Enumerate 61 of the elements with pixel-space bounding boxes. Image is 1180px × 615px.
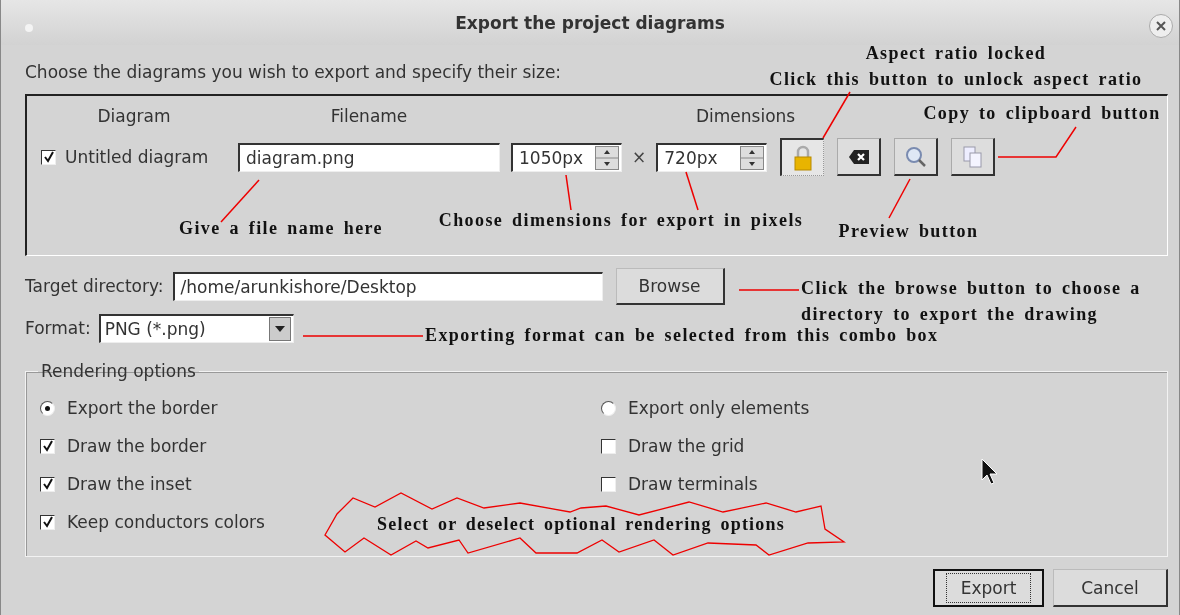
leader-line <box>685 171 699 211</box>
checkbox[interactable] <box>601 438 616 454</box>
annotation-text: Aspect ratio locked Click this button to unlock aspect ratio <box>768 42 1144 91</box>
annotation-text: Exporting format can be selected from this combo box <box>425 324 940 347</box>
padlock-icon <box>792 144 813 171</box>
copy-button[interactable] <box>951 138 996 176</box>
height-field[interactable]: 720px <box>656 142 768 172</box>
column-header: Diagram <box>96 106 172 126</box>
option-label: Draw terminals <box>628 474 758 494</box>
diagram-name: Untitled diagram <box>65 147 209 167</box>
checkbox[interactable] <box>40 438 55 454</box>
radio-button[interactable] <box>601 400 616 416</box>
checkbox[interactable] <box>40 514 55 530</box>
option-label: Draw the border <box>67 436 207 456</box>
leader-line <box>565 174 572 211</box>
export-button[interactable]: Export <box>933 569 1044 607</box>
target-directory-label: Target directory: <box>25 276 164 296</box>
close-icon <box>1154 19 1168 33</box>
option-label: Export only elements <box>628 398 810 418</box>
window-title: Export the project diagrams <box>455 12 725 33</box>
width-field[interactable]: 1050px <box>511 142 622 172</box>
column-header: Filename <box>329 106 409 126</box>
group-title: Rendering options <box>40 361 197 381</box>
annotation-text: Give a file name here <box>178 217 384 240</box>
format-label: Format: <box>25 318 91 338</box>
leader-line <box>822 91 851 139</box>
checkbox[interactable] <box>40 476 55 492</box>
instruction-text: Choose the diagrams you wish to export and specify their size: <box>25 61 562 84</box>
spin-arrows-icon[interactable] <box>595 145 619 170</box>
checkbox[interactable] <box>41 149 56 165</box>
column-header: Dimensions <box>696 106 796 126</box>
zoom-icon <box>904 145 927 168</box>
annotation-text: Preview button <box>837 220 980 243</box>
spin-arrows-icon[interactable] <box>740 145 765 170</box>
times-sign: × <box>632 147 647 167</box>
mouse-pointer-icon <box>981 458 998 485</box>
cancel-button[interactable]: Cancel <box>1053 569 1168 607</box>
leader-line <box>738 289 800 291</box>
format-dropdown[interactable]: PNG (*.png) <box>98 313 294 343</box>
annotation-text: Copy to clipboard button <box>922 102 1162 125</box>
clear-button[interactable] <box>837 138 882 176</box>
option-label: Draw the grid <box>628 436 745 456</box>
close-button[interactable] <box>1149 14 1173 38</box>
leader-line <box>220 179 260 223</box>
backspace-icon <box>847 148 870 165</box>
option-label: Keep conductors colors <box>67 512 265 532</box>
annotation-text: Choose dimensions for export in pixels <box>437 209 805 232</box>
browse-button[interactable]: Browse <box>615 267 725 305</box>
aspect-lock-button[interactable] <box>780 138 825 176</box>
preview-button[interactable] <box>894 138 939 176</box>
option-label: Export the border <box>67 398 218 418</box>
checkbox[interactable] <box>601 476 616 492</box>
leader-line <box>888 178 911 219</box>
filename-field[interactable]: diagram.png <box>238 142 500 172</box>
copy-icon <box>961 144 984 169</box>
radio-button[interactable] <box>40 400 55 416</box>
annotation-text: Select or deselect optional rendering options <box>376 513 786 536</box>
option-label: Draw the inset <box>67 474 192 494</box>
window-dot-icon <box>25 24 33 32</box>
annotation-text: Click the browse button to choose a directory to export the drawing <box>801 277 1142 326</box>
directory-field[interactable]: /home/arunkishore/Desktop <box>172 271 603 301</box>
